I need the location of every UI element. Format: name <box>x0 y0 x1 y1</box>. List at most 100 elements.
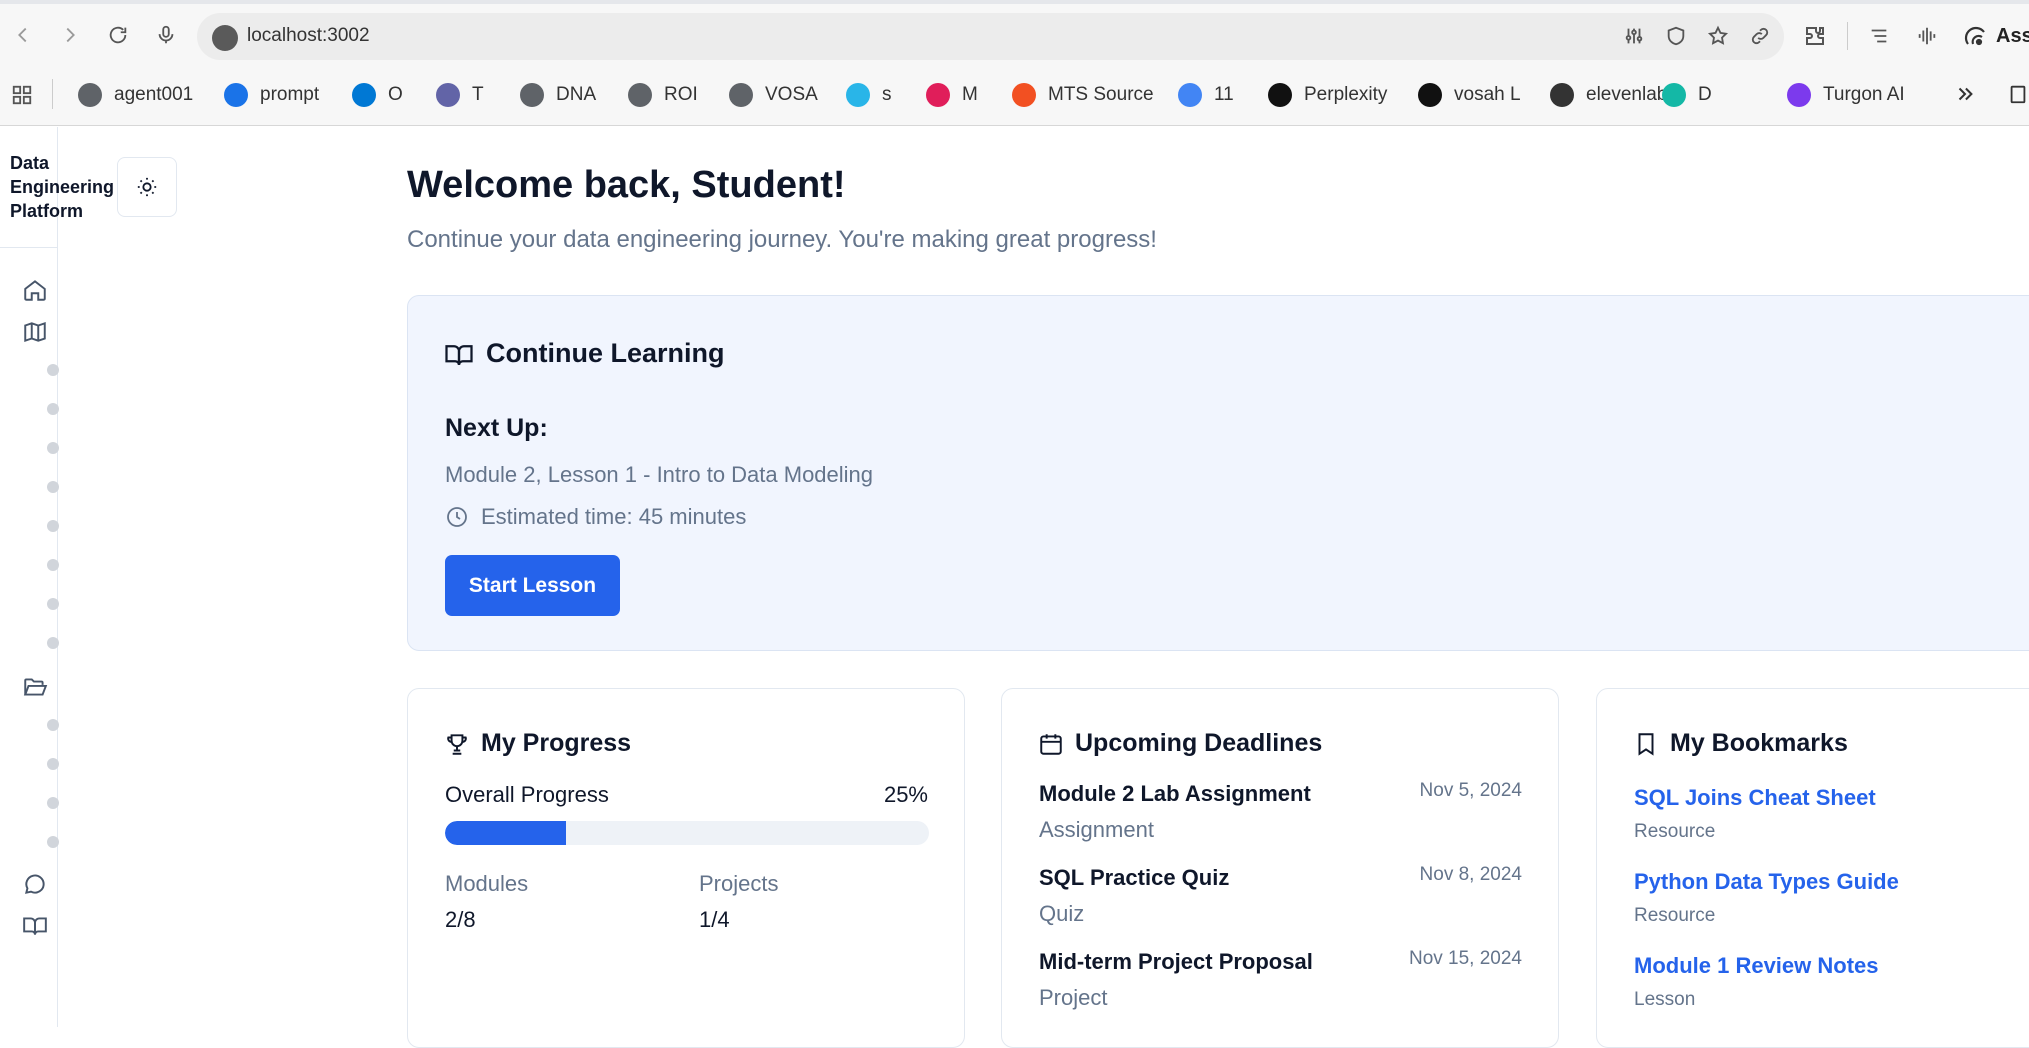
apps-grid-icon[interactable] <box>9 82 35 108</box>
bookmark-item[interactable]: agent001 <box>78 81 193 109</box>
brand-title: Data Engineering Platform <box>10 153 115 221</box>
chat-bubble-icon <box>25 874 45 894</box>
page-subtitle: Continue your data engineering journey. … <box>407 226 1157 253</box>
bookmark-favicon-icon <box>1787 83 1811 107</box>
bookmark-favicon-icon <box>1268 83 1292 107</box>
bookmark-link[interactable]: Python Data Types Guide <box>1634 869 1899 895</box>
reload-button[interactable] <box>105 22 131 48</box>
sidebar-item-chat[interactable] <box>22 871 48 897</box>
sidebar-subitem-dot[interactable] <box>47 719 59 731</box>
bookmark-favicon-icon <box>1418 83 1442 107</box>
sidebar-subitem-dot[interactable] <box>47 520 59 532</box>
sidebar-subitem-dot[interactable] <box>47 797 59 809</box>
sidebar-subitem-dot[interactable] <box>47 403 59 415</box>
modules-value: 2/8 <box>445 907 476 932</box>
bookmark-item[interactable]: elevenlabs <box>1550 81 1677 109</box>
sidebar-subitem-dot[interactable] <box>47 559 59 571</box>
bookmark-favicon-icon <box>729 83 753 107</box>
start-lesson-button[interactable]: Start Lesson <box>445 555 620 616</box>
assistant-button[interactable]: Assi <box>1964 24 2029 48</box>
sidebar-subitem-dot[interactable] <box>47 598 59 610</box>
sidebar-subitem-dot[interactable] <box>47 481 59 493</box>
bookmark-item[interactable]: MTS Source <box>1012 81 1154 109</box>
bookmark-item[interactable]: T <box>436 81 484 109</box>
forward-button[interactable] <box>57 22 83 48</box>
more-bookmarks-icon[interactable] <box>1952 81 1978 107</box>
estimated-time: Estimated time: 45 minutes <box>481 504 747 529</box>
back-button[interactable] <box>10 22 36 48</box>
sidebar-subitem-dot[interactable] <box>47 758 59 770</box>
overall-progress-fill <box>445 821 566 845</box>
bookmark-label: VOSA <box>765 84 818 105</box>
upcoming-deadlines-card: Upcoming Deadlines Module 2 Lab Assignme… <box>1001 688 1559 1048</box>
bookmark-item[interactable]: 11 <box>1178 81 1234 109</box>
bookmark-label: 11 <box>1214 84 1234 105</box>
bookmark-label: agent001 <box>114 84 194 105</box>
page-settings-icon[interactable] <box>1621 23 1647 49</box>
bookmark-link[interactable]: SQL Joins Cheat Sheet <box>1634 785 1876 811</box>
projects-value: 1/4 <box>699 907 730 932</box>
voice-search-button[interactable] <box>153 22 179 48</box>
bookmark-type: Resource <box>1634 821 1716 842</box>
bookmark-item[interactable]: O <box>352 81 403 109</box>
bookmark-label: prompt <box>260 84 320 105</box>
extensions-icon[interactable] <box>1802 23 1828 49</box>
modules-label: Modules <box>445 871 529 896</box>
bookmark-label: T <box>472 84 484 105</box>
bookmark-label: M <box>962 84 978 105</box>
bookmark-item[interactable]: vosah L <box>1418 81 1521 109</box>
bookmark-item[interactable]: Turgon AI <box>1787 81 1905 109</box>
sidebar-subitem-dot[interactable] <box>47 637 59 649</box>
deadline-name[interactable]: Mid-term Project Proposal <box>1039 949 1313 975</box>
overall-progress-label: Overall Progress <box>445 782 609 807</box>
link-icon[interactable] <box>1747 23 1773 49</box>
sidebar-subitem-dot[interactable] <box>47 442 59 454</box>
deadline-name[interactable]: Module 2 Lab Assignment <box>1039 781 1311 807</box>
browser-toolbar: localhost:3002 Ass <box>0 4 2029 63</box>
assistant-label: Assi <box>1996 24 2029 47</box>
bookmark-favicon-icon <box>224 83 248 107</box>
overall-progress-bar <box>445 821 929 845</box>
bookmark-item[interactable]: Perplexity <box>1268 81 1387 109</box>
assistant-icon <box>1964 26 1985 46</box>
deadline-name[interactable]: SQL Practice Quiz <box>1039 865 1229 891</box>
bookmark-favicon-icon <box>1012 83 1036 107</box>
my-progress-card: My Progress Overall Progress 25% Modules… <box>407 688 965 1048</box>
bookmark-item[interactable]: M <box>926 81 978 109</box>
deadline-date: Nov 8, 2024 <box>1419 864 1522 885</box>
sidebar-item-home[interactable] <box>22 277 48 303</box>
sidebar-item-projects[interactable] <box>22 674 48 700</box>
shield-icon[interactable] <box>1663 23 1689 49</box>
book-open-icon <box>444 340 474 375</box>
bookmark-link[interactable]: Module 1 Review Notes <box>1634 953 1879 979</box>
sidebar-brand-divider <box>0 247 58 248</box>
page-title: Welcome back, Student! <box>407 164 846 206</box>
bookmarks-bar: agent001 prompt O T DNA ROI VOSA s M MTS Source 11… <box>0 63 2029 126</box>
site-info-icon[interactable] <box>212 25 238 51</box>
sidebar-subitem-dot[interactable] <box>47 364 59 376</box>
bookmark-item[interactable]: s <box>846 81 892 109</box>
sidebar-item-roadmap[interactable] <box>22 319 48 345</box>
address-bar[interactable]: localhost:3002 <box>197 13 1784 60</box>
chevron-right-icon <box>66 27 75 43</box>
deadline-type: Quiz <box>1039 901 1085 926</box>
bookmark-type: Resource <box>1634 905 1716 926</box>
star-icon[interactable] <box>1705 23 1731 49</box>
audio-wave-icon[interactable] <box>1914 23 1940 49</box>
bookmark-item[interactable]: D <box>1662 81 1712 109</box>
address-url[interactable]: localhost:3002 <box>247 25 370 47</box>
bookmark-favicon-icon <box>436 83 460 107</box>
next-up-label: Next Up: <box>445 414 548 442</box>
bookmark-icon <box>1633 731 1659 762</box>
menu-lines-icon[interactable] <box>1866 23 1892 49</box>
reading-list-icon[interactable] <box>2005 81 2029 107</box>
sidebar-subitem-dot[interactable] <box>47 836 59 848</box>
bookmark-label: vosah L <box>1454 84 1521 105</box>
bookmark-item[interactable]: DNA <box>520 81 596 109</box>
bookmark-item[interactable]: ROI <box>628 81 698 109</box>
theme-toggle-button[interactable] <box>117 157 177 217</box>
bookmark-item[interactable]: prompt <box>224 81 319 109</box>
continue-learning-card: Continue Learning Next Up: Module 2, Les… <box>407 295 2029 651</box>
sidebar-item-resources[interactable] <box>22 913 48 939</box>
bookmark-item[interactable]: VOSA <box>729 81 818 109</box>
